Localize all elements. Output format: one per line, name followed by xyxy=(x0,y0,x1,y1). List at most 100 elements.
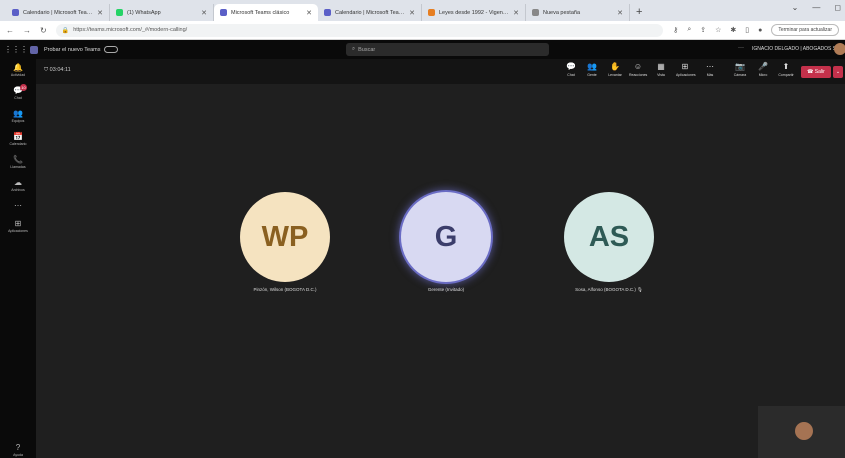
rail-item-activity[interactable]: 🔔 Actividad xyxy=(0,63,36,77)
rail-item-label: Chat xyxy=(14,96,22,100)
teams-meeting-window: Calendario | Microsoft Teams cl…✕ (1) Wh… xyxy=(0,0,845,458)
people-icon: 👥 xyxy=(587,62,597,71)
rail-item-teams[interactable]: 👥 Equipos xyxy=(0,109,36,123)
leave-label: Salir xyxy=(814,69,825,75)
rail-item-chat[interactable]: 💬 Chat 10 xyxy=(0,84,36,100)
tab-title: Nueva pestaña xyxy=(543,9,580,16)
participant-avatar[interactable]: WP xyxy=(240,192,330,282)
close-icon[interactable]: ✕ xyxy=(97,9,103,17)
avatar[interactable] xyxy=(834,43,845,55)
camera-icon: 📷 xyxy=(735,62,745,71)
browser-tab[interactable]: (1) WhatsApp ✕ xyxy=(110,4,214,21)
rail-item-apps[interactable]: ⊞ Aplicaciones xyxy=(0,219,36,233)
more-button[interactable]: ⋯ Más xyxy=(701,62,719,77)
user-name[interactable]: IGNACIO DELGADO | ABOGADOS SAS xyxy=(752,46,843,52)
meeting-control-bar: ⛉ 03:04:11 💬 Chat 👥 Gente ✋ Levantar ☺ Reacc… xyxy=(36,59,845,84)
control-label: Aplicaciones xyxy=(676,73,696,77)
profile-icon[interactable]: ● xyxy=(758,27,762,34)
apps-icon: ⊞ xyxy=(14,219,22,228)
timer-text: 03:04:11 xyxy=(49,67,71,73)
close-icon[interactable]: ✕ xyxy=(201,9,207,17)
calendar-icon: 📅 xyxy=(13,132,23,141)
key-icon[interactable]: ⚷ xyxy=(673,26,678,34)
browser-tab-active[interactable]: Microsoft Teams clásico ✕ xyxy=(214,4,318,21)
teams-title-bar: ⋮⋮⋮ Probar el nuevo Teams ⌕ Buscar ··· I… xyxy=(0,40,845,59)
leave-button[interactable]: ☎ Salir xyxy=(801,66,831,78)
apps-button[interactable]: ⊞ Aplicaciones xyxy=(676,62,696,77)
rail-item-label: Ayuda xyxy=(13,453,23,457)
control-label: Levantar xyxy=(608,73,622,77)
close-icon[interactable]: ✕ xyxy=(306,9,312,17)
participant-initials: G xyxy=(434,221,458,253)
self-view-tile[interactable] xyxy=(758,406,845,458)
help-icon: ? xyxy=(15,443,21,452)
browser-tab[interactable]: Calendario | Microsoft Teams cl…✕ xyxy=(6,4,110,21)
browser-tab[interactable]: Calendario | Microsoft Teams cl…✕ xyxy=(318,4,422,21)
bell-icon: 🔔 xyxy=(13,63,23,72)
close-icon[interactable]: ✕ xyxy=(409,9,415,17)
camera-button[interactable]: 📷 Cámara xyxy=(731,62,749,77)
chat-icon: 💬 xyxy=(13,86,23,95)
smile-icon: ☺ xyxy=(633,62,643,71)
try-new-teams-label: Probar el nuevo Teams xyxy=(44,46,101,53)
microphone-icon: 🎤 xyxy=(758,62,768,71)
view-button[interactable]: ▦ Vista xyxy=(652,62,670,77)
app-launcher-icon[interactable]: ⋮⋮⋮ xyxy=(4,45,28,54)
more-options-icon[interactable]: ··· xyxy=(738,45,744,51)
chat-button[interactable]: 💬 Chat xyxy=(562,62,580,77)
try-new-teams-toggle[interactable] xyxy=(104,46,119,53)
share-icon[interactable]: ⇪ xyxy=(700,26,706,34)
reactions-button[interactable]: ☺ Reacciones xyxy=(629,62,647,77)
participant-name: Gerente (Invitado) xyxy=(427,287,465,292)
chevron-down-icon[interactable]: ⌄ xyxy=(792,3,799,12)
rail-item-label: Llamadas xyxy=(10,165,26,169)
chat-icon: 💬 xyxy=(566,62,576,71)
share-button[interactable]: ⬆ Compartir xyxy=(777,62,795,77)
rail-item-more[interactable]: ⋯ xyxy=(0,201,36,210)
view-icon: ▦ xyxy=(657,62,665,71)
reload-icon[interactable]: ↻ xyxy=(40,26,47,35)
participant-avatar-speaking[interactable]: G xyxy=(401,192,491,282)
rail-item-label: Actividad xyxy=(10,73,26,77)
teams-favicon-icon xyxy=(220,9,227,16)
star-icon[interactable]: ☆ xyxy=(715,26,721,34)
url-field[interactable]: 🔒 https://teams.microsoft.com/_#/modern-… xyxy=(55,23,664,37)
control-label: Vista xyxy=(657,73,665,77)
search-input[interactable]: ⌕ Buscar xyxy=(346,43,549,56)
sidebar-icon[interactable]: ▯ xyxy=(745,26,749,34)
tab-title: (1) WhatsApp xyxy=(127,9,161,16)
browser-address-bar: ← → ↻ 🔒 https://teams.microsoft.com/_#/m… xyxy=(0,21,845,40)
minimize-icon[interactable]: — xyxy=(812,3,820,12)
control-label: Reacciones xyxy=(629,73,648,77)
maximize-icon[interactable]: ◻ xyxy=(834,3,841,12)
zoom-icon[interactable]: ⌕ xyxy=(687,26,691,34)
new-tab-icon[interactable]: + xyxy=(636,4,642,21)
leave-options-button[interactable]: ⌄ xyxy=(833,66,843,78)
teams-left-rail: 🔔 Actividad 💬 Chat 10 👥 Equipos 📅 Calendario … xyxy=(0,59,36,458)
participant-initials: WP xyxy=(261,221,309,253)
people-button[interactable]: 👥 Gente xyxy=(583,62,601,77)
tab-title: Calendario | Microsoft Teams cl… xyxy=(335,9,406,16)
raise-hand-button[interactable]: ✋ Levantar xyxy=(606,62,624,77)
participant-name: Pinzón, Wilson (BOGOTA D.C.) xyxy=(253,287,317,292)
window-controls: ⌄ — ◻ xyxy=(792,3,841,12)
finish-update-button[interactable]: Terminar para actualizar xyxy=(771,24,839,36)
rail-item-files[interactable]: ☁ Archivos xyxy=(0,178,36,192)
back-icon[interactable]: ← xyxy=(6,26,14,35)
control-label: Cámara xyxy=(733,73,747,77)
browser-toolbar: ⚷ ⌕ ⇪ ☆ ✱ ▯ ● Terminar para actualizar xyxy=(673,24,839,36)
rail-item-calendar[interactable]: 📅 Calendario xyxy=(0,132,36,146)
extensions-icon[interactable]: ✱ xyxy=(730,26,736,34)
new-tab-favicon-icon xyxy=(532,9,539,16)
participant-avatar[interactable]: AS xyxy=(564,192,654,282)
browser-tab[interactable]: Nueva pestaña ✕ xyxy=(526,4,630,21)
rail-item-help[interactable]: ? Ayuda xyxy=(0,443,36,457)
close-icon[interactable]: ✕ xyxy=(617,9,623,17)
browser-tab[interactable]: Leyes desde 1992 - Vigencia ex…✕ xyxy=(422,4,526,21)
hand-icon: ✋ xyxy=(610,62,620,71)
rail-item-calls[interactable]: 📞 Llamadas xyxy=(0,155,36,169)
teams-icon: 👥 xyxy=(13,109,23,118)
forward-icon[interactable]: → xyxy=(23,26,31,35)
close-icon[interactable]: ✕ xyxy=(513,9,519,17)
mic-button[interactable]: 🎤 Micro xyxy=(754,62,772,77)
